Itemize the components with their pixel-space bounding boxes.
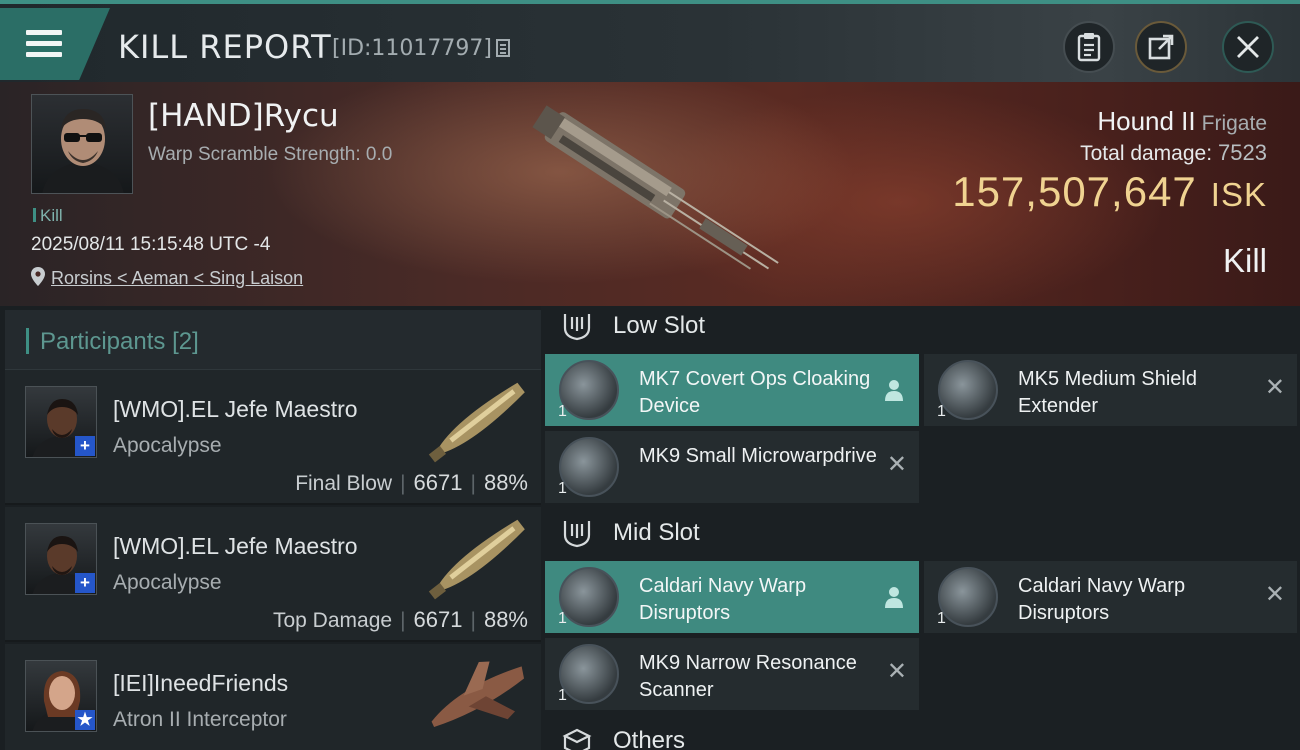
participant-role: Top Damage bbox=[272, 609, 393, 632]
victim-avatar bbox=[42, 109, 124, 193]
participant-avatar[interactable]: + bbox=[25, 523, 97, 595]
participant-ship: Atron II Interceptor bbox=[113, 708, 287, 731]
close-button[interactable] bbox=[1222, 21, 1274, 73]
participant-name: [IEI]IneedFriends bbox=[113, 670, 289, 696]
module-name: MK9 Narrow Resonance Scanner bbox=[639, 652, 857, 701]
module-quantity: 1 bbox=[558, 687, 567, 704]
close-icon bbox=[1237, 36, 1259, 58]
others-header: Others bbox=[541, 719, 1300, 750]
warp-scramble-strength: Warp Scramble Strength: 0.0 bbox=[148, 144, 393, 165]
participant-name: [WMO].EL Jefe Maestro bbox=[113, 533, 358, 559]
participants-panel[interactable]: Participants [2] + [WMO].EL Jefe Maestro… bbox=[0, 306, 541, 750]
pilot-icon bbox=[885, 380, 903, 401]
location-link[interactable]: Rorsins < Aeman < Sing Laison bbox=[51, 268, 303, 288]
participant-avatar[interactable]: ★ bbox=[25, 660, 97, 732]
isk-value: 157,507,647 ISK bbox=[952, 168, 1267, 215]
others-title: Others bbox=[613, 727, 686, 750]
participant-ship-image bbox=[431, 661, 525, 728]
module-quantity: 1 bbox=[558, 480, 567, 497]
destroyed-icon: ✕ bbox=[1264, 374, 1285, 401]
module-icon bbox=[559, 437, 619, 497]
module-quantity: 1 bbox=[558, 610, 567, 627]
participant-stats: Final Blow | 6671 | 88% bbox=[295, 470, 528, 495]
corp-badge-icon: ★ bbox=[75, 710, 95, 730]
participants-header: Participants [2] bbox=[5, 310, 541, 370]
module-icon bbox=[559, 644, 619, 704]
destroyed-icon: ✕ bbox=[1264, 581, 1285, 608]
mid-slot-icon bbox=[563, 521, 591, 548]
copy-icon[interactable] bbox=[495, 39, 510, 57]
kill-result: Kill bbox=[1222, 242, 1267, 279]
participant-ship-image bbox=[428, 382, 525, 463]
pilot-icon bbox=[885, 587, 903, 608]
participant-avatar[interactable]: + bbox=[25, 386, 97, 458]
clipboard-button[interactable] bbox=[1063, 21, 1115, 73]
participant-percent: 88% bbox=[483, 470, 528, 495]
fitting-panel[interactable]: Low Slot 1 MK7 Covert Ops Cloaking Devic… bbox=[541, 306, 1300, 750]
page-title: KILL REPORT bbox=[118, 28, 332, 66]
participants-title: Participants bbox=[40, 328, 166, 355]
participant-ship: Apocalypse bbox=[113, 434, 222, 457]
corp-badge-icon: + bbox=[75, 573, 95, 593]
report-id-text: [ID:11017797] bbox=[332, 36, 492, 61]
module-item[interactable]: 1 MK5 Medium Shield Extender ✕ bbox=[924, 354, 1297, 426]
module-quantity: 1 bbox=[937, 403, 946, 420]
victim-ship[interactable]: Hound II Frigate bbox=[1097, 106, 1267, 137]
module-item[interactable]: 1 MK9 Narrow Resonance Scanner ✕ bbox=[545, 638, 919, 710]
destroyed-icon: ✕ bbox=[886, 451, 907, 478]
low-slot-title: Low Slot bbox=[613, 312, 706, 339]
corp-badge-icon: + bbox=[75, 436, 95, 456]
participant-name: [WMO].EL Jefe Maestro bbox=[113, 396, 358, 422]
report-id[interactable]: [ID:11017797] bbox=[332, 36, 510, 61]
participant-ship-image bbox=[428, 519, 525, 600]
module-icon bbox=[938, 360, 998, 420]
participant-damage: 6671 bbox=[413, 607, 463, 632]
menu-icon bbox=[26, 30, 62, 35]
victim-ship-image[interactable] bbox=[505, 92, 795, 297]
participant-role: Final Blow bbox=[295, 472, 393, 495]
total-damage: Total damage: 7523 bbox=[1080, 140, 1267, 165]
module-quantity: 1 bbox=[558, 403, 567, 420]
victim-name[interactable]: [HAND]Rycu bbox=[148, 98, 339, 134]
kill-tag: Kill bbox=[33, 206, 63, 226]
location[interactable]: Rorsins < Aeman < Sing Laison bbox=[31, 267, 303, 289]
module-name: Caldari Navy Warp Disruptors bbox=[1018, 575, 1186, 624]
low-slot-icon bbox=[563, 314, 591, 341]
module-name: MK5 Medium Shield Extender bbox=[1018, 368, 1197, 417]
mid-slot-title: Mid Slot bbox=[613, 519, 700, 546]
module-item[interactable]: 1 Caldari Navy Warp Disruptors ✕ bbox=[924, 561, 1297, 633]
low-slot-header: Low Slot bbox=[541, 304, 1300, 350]
destroyed-icon: ✕ bbox=[886, 658, 907, 685]
header-bar: KILL REPORT [ID:11017797] bbox=[0, 0, 1300, 82]
module-quantity: 1 bbox=[937, 610, 946, 627]
participant-stats: Top Damage | 6671 | 88% bbox=[272, 607, 528, 632]
module-icon bbox=[559, 567, 619, 627]
victim-portrait[interactable] bbox=[31, 94, 133, 194]
kill-datetime: 2025/08/11 15:15:48 UTC -4 bbox=[31, 234, 271, 255]
location-pin-icon bbox=[31, 267, 45, 286]
participant-ship: Apocalypse bbox=[113, 571, 222, 594]
participants-count: [2] bbox=[172, 328, 199, 355]
participant-damage: 6671 bbox=[413, 470, 463, 495]
participant-row[interactable]: ★ [IEI]IneedFriends Atron II Interceptor bbox=[5, 644, 541, 750]
module-item[interactable]: 1 MK9 Small Microwarpdrive ✕ bbox=[545, 431, 919, 503]
participant-percent: 88% bbox=[483, 607, 528, 632]
module-item[interactable]: 1 Caldari Navy Warp Disruptors bbox=[545, 561, 919, 633]
menu-button[interactable] bbox=[0, 8, 110, 80]
mid-slot-header: Mid Slot bbox=[541, 511, 1300, 557]
participant-row[interactable]: + [WMO].EL Jefe Maestro Apocalypse Top D… bbox=[5, 507, 541, 642]
module-name: Caldari Navy Warp Disruptors bbox=[639, 575, 807, 624]
module-name: MK7 Covert Ops Cloaking Device bbox=[639, 368, 871, 417]
others-icon bbox=[562, 728, 592, 750]
module-icon bbox=[559, 360, 619, 420]
module-name: MK9 Small Microwarpdrive bbox=[639, 445, 877, 467]
victim-panel: [HAND]Rycu Warp Scramble Strength: 0.0 K… bbox=[0, 82, 1300, 306]
clipboard-icon bbox=[1077, 33, 1101, 62]
module-icon bbox=[938, 567, 998, 627]
module-item[interactable]: 1 MK7 Covert Ops Cloaking Device bbox=[545, 354, 919, 426]
participant-row[interactable]: + [WMO].EL Jefe Maestro Apocalypse Final… bbox=[5, 370, 541, 505]
share-icon bbox=[1148, 34, 1174, 60]
share-button[interactable] bbox=[1135, 21, 1187, 73]
